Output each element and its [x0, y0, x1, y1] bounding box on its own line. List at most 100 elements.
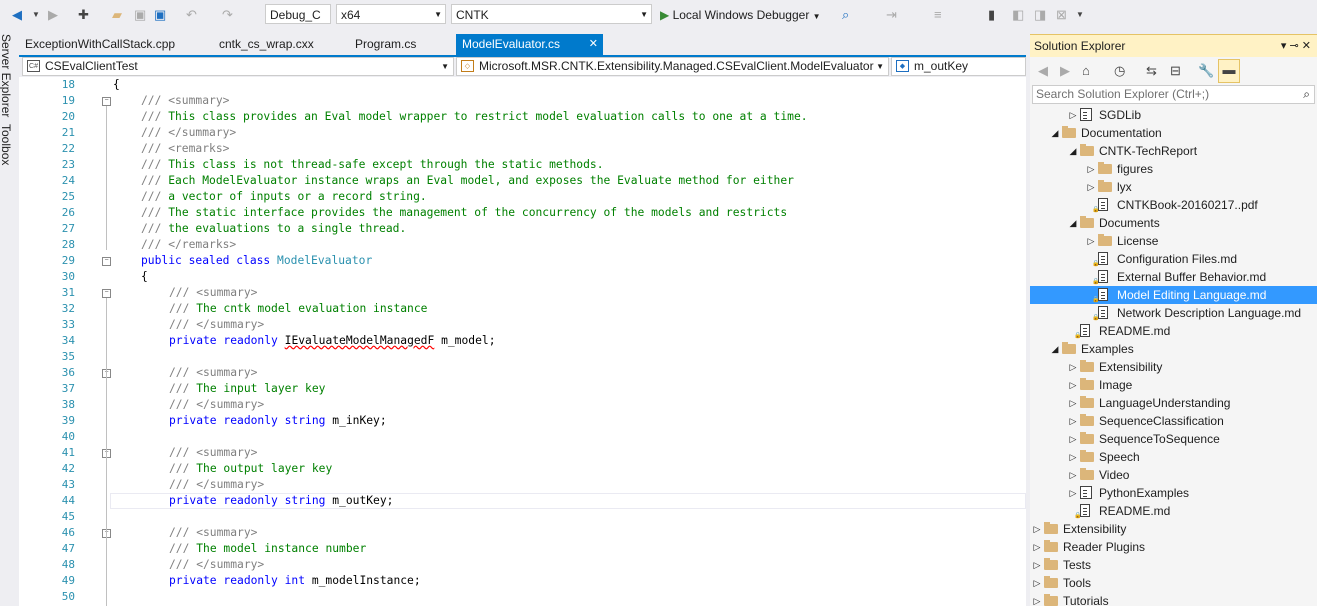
tree-item[interactable]: 🔒 CNTKBook-20160217..pdf — [1030, 196, 1317, 214]
tree-item[interactable]: ▷ Extensibility — [1030, 358, 1317, 376]
collapse-arrow-icon[interactable]: ◢ — [1050, 124, 1060, 142]
tree-item[interactable]: ▷ Video — [1030, 466, 1317, 484]
expand-arrow-icon[interactable]: ▷ — [1068, 466, 1078, 484]
tree-item[interactable]: ◢ CNTK-TechReport — [1030, 142, 1317, 160]
bookmark-prev-icon[interactable]: ◧ — [1012, 5, 1024, 25]
back-icon[interactable]: ◀ — [1038, 61, 1048, 81]
config-dropdown[interactable]: Debug_C — [265, 4, 331, 24]
expand-arrow-icon[interactable]: ▷ — [1032, 520, 1042, 538]
expand-arrow-icon[interactable]: ▷ — [1068, 394, 1078, 412]
tree-item[interactable]: ◢ Examples — [1030, 340, 1317, 358]
back-dropdown-icon[interactable]: ▼ — [32, 5, 40, 25]
class-dropdown[interactable]: ◇ Microsoft.MSR.CNTK.Extensibility.Manag… — [456, 57, 889, 76]
tree-item[interactable]: 🔒 README.md — [1030, 322, 1317, 340]
tree-item[interactable]: 🔒 README.md — [1030, 502, 1317, 520]
code-editor[interactable]: 18 {19 − /// <summary> 20 /// This class prov… — [19, 77, 1026, 606]
expand-arrow-icon[interactable]: ▷ — [1068, 106, 1078, 124]
tree-item[interactable]: 🔒 Network Description Language.md — [1030, 304, 1317, 322]
tree-item[interactable]: ▷ Tutorials — [1030, 592, 1317, 606]
tree-item[interactable]: ▷ LanguageUnderstanding — [1030, 394, 1317, 412]
tree-item[interactable]: ▷ Speech — [1030, 448, 1317, 466]
sync-icon[interactable]: ⇆ — [1146, 61, 1157, 81]
tree-item[interactable]: 🔒 Model Editing Language.md — [1030, 286, 1317, 304]
close-icon[interactable]: ✕ — [589, 34, 598, 55]
selection-margin[interactable] — [19, 77, 35, 606]
toolbar-overflow-icon[interactable]: ▼ — [1076, 5, 1084, 25]
server-explorer-tab[interactable]: Server Explorer — [0, 34, 13, 117]
tree-item[interactable]: ◢ Documentation — [1030, 124, 1317, 142]
bookmark-icon[interactable]: ▮ — [988, 5, 995, 25]
tree-item[interactable]: ▷ Reader Plugins — [1030, 538, 1317, 556]
expand-arrow-icon[interactable]: ▷ — [1068, 484, 1078, 502]
tree-item[interactable]: ▷ Image — [1030, 376, 1317, 394]
expand-arrow-icon[interactable]: ▷ — [1068, 412, 1078, 430]
expand-arrow-icon[interactable]: ▷ — [1032, 538, 1042, 556]
tab-exceptionwithcallstack[interactable]: ExceptionWithCallStack.cpp — [19, 34, 181, 55]
tab-label: Program.cs — [355, 37, 417, 51]
expand-arrow-icon[interactable]: ▷ — [1086, 178, 1096, 196]
file-icon — [1080, 324, 1090, 337]
project-dropdown[interactable]: C# CSEvalClientTest ▼ — [22, 57, 454, 76]
tree-item[interactable]: ▷ figures — [1030, 160, 1317, 178]
start-debugging-button[interactable]: ▶ Local Windows Debugger ▼ — [660, 5, 830, 25]
tree-item[interactable]: ▷ lyx — [1030, 178, 1317, 196]
solution-search-input[interactable]: Search Solution Explorer (Ctrl+;) ⌕ — [1032, 85, 1315, 104]
platform-dropdown[interactable]: x64 ▼ — [336, 4, 446, 24]
collapse-all-icon[interactable]: ⊟ — [1170, 61, 1181, 81]
save-all-icon[interactable]: ▣ — [154, 5, 166, 25]
indent-icon[interactable]: ⇥ — [886, 5, 897, 25]
line-number: 46 — [61, 526, 75, 539]
tree-item[interactable]: ▷ Extensibility — [1030, 520, 1317, 538]
expand-arrow-icon[interactable]: ▷ — [1032, 592, 1042, 606]
tree-item[interactable]: ▷ SGDLib — [1030, 106, 1317, 124]
bookmark-clear-icon[interactable]: ⊠ — [1056, 5, 1067, 25]
expand-arrow-icon[interactable]: ▷ — [1086, 232, 1096, 250]
comment-icon[interactable]: ≡ — [934, 5, 942, 25]
tree-item[interactable]: ▷ License — [1030, 232, 1317, 250]
tree-item[interactable]: 🔒 Configuration Files.md — [1030, 250, 1317, 268]
new-project-icon[interactable]: ✚ — [78, 5, 89, 25]
history-icon[interactable]: ◷ — [1114, 61, 1125, 81]
tab-modelevaluator[interactable]: ModelEvaluator.cs ✕ — [456, 34, 603, 55]
save-icon[interactable]: ▣ — [134, 5, 146, 25]
forward-icon[interactable]: ▶ — [1060, 61, 1070, 81]
tree-item[interactable]: ▷ PythonExamples — [1030, 484, 1317, 502]
home-icon[interactable]: ⌂ — [1082, 61, 1090, 81]
expand-arrow-icon[interactable]: ▷ — [1068, 358, 1078, 376]
properties-icon[interactable]: 🔧 — [1198, 61, 1214, 81]
line-number: 27 — [61, 222, 75, 235]
expand-arrow-icon[interactable]: ▷ — [1068, 376, 1078, 394]
member-dropdown[interactable]: ◆ m_outKey — [891, 57, 1026, 76]
open-file-icon[interactable]: ▰ — [112, 5, 122, 25]
expand-arrow-icon[interactable]: ▷ — [1086, 160, 1096, 178]
collapse-arrow-icon[interactable]: ◢ — [1068, 214, 1078, 232]
forward-icon[interactable]: ▶ — [48, 5, 58, 25]
startup-project-dropdown[interactable]: CNTK ▼ — [451, 4, 652, 24]
find-icon[interactable]: ⌕ — [842, 5, 849, 25]
collapse-region-icon[interactable]: − — [102, 97, 111, 106]
tree-item[interactable]: 🔒 External Buffer Behavior.md — [1030, 268, 1317, 286]
expand-arrow-icon[interactable]: ▷ — [1068, 448, 1078, 466]
bookmark-next-icon[interactable]: ◨ — [1034, 5, 1046, 25]
folder-icon — [1062, 126, 1076, 138]
window-controls[interactable]: ▾ ⊸ ✕ — [1281, 39, 1311, 52]
collapse-arrow-icon[interactable]: ◢ — [1050, 340, 1060, 358]
tree-item[interactable]: ▷ Tests — [1030, 556, 1317, 574]
tab-cntk-cs-wrap[interactable]: cntk_cs_wrap.cxx — [213, 34, 320, 55]
back-icon[interactable]: ◀ — [12, 5, 22, 25]
preview-icon[interactable]: ▬ — [1218, 59, 1240, 83]
expand-arrow-icon[interactable]: ▷ — [1032, 556, 1042, 574]
expand-arrow-icon[interactable]: ▷ — [1068, 430, 1078, 448]
expand-arrow-icon[interactable]: ▷ — [1032, 574, 1042, 592]
collapse-arrow-icon[interactable]: ◢ — [1068, 142, 1078, 160]
collapse-region-icon[interactable]: − — [102, 257, 111, 266]
tree-item[interactable]: ▷ SequenceToSequence — [1030, 430, 1317, 448]
tab-program[interactable]: Program.cs — [349, 34, 422, 55]
tree-item[interactable]: ▷ Tools — [1030, 574, 1317, 592]
undo-icon[interactable]: ↶ — [186, 5, 197, 25]
toolbox-tab[interactable]: Toolbox — [0, 124, 13, 165]
collapse-region-icon[interactable]: − — [102, 289, 111, 298]
tree-item[interactable]: ◢ Documents — [1030, 214, 1317, 232]
redo-icon[interactable]: ↷ — [222, 5, 233, 25]
tree-item[interactable]: ▷ SequenceClassification — [1030, 412, 1317, 430]
